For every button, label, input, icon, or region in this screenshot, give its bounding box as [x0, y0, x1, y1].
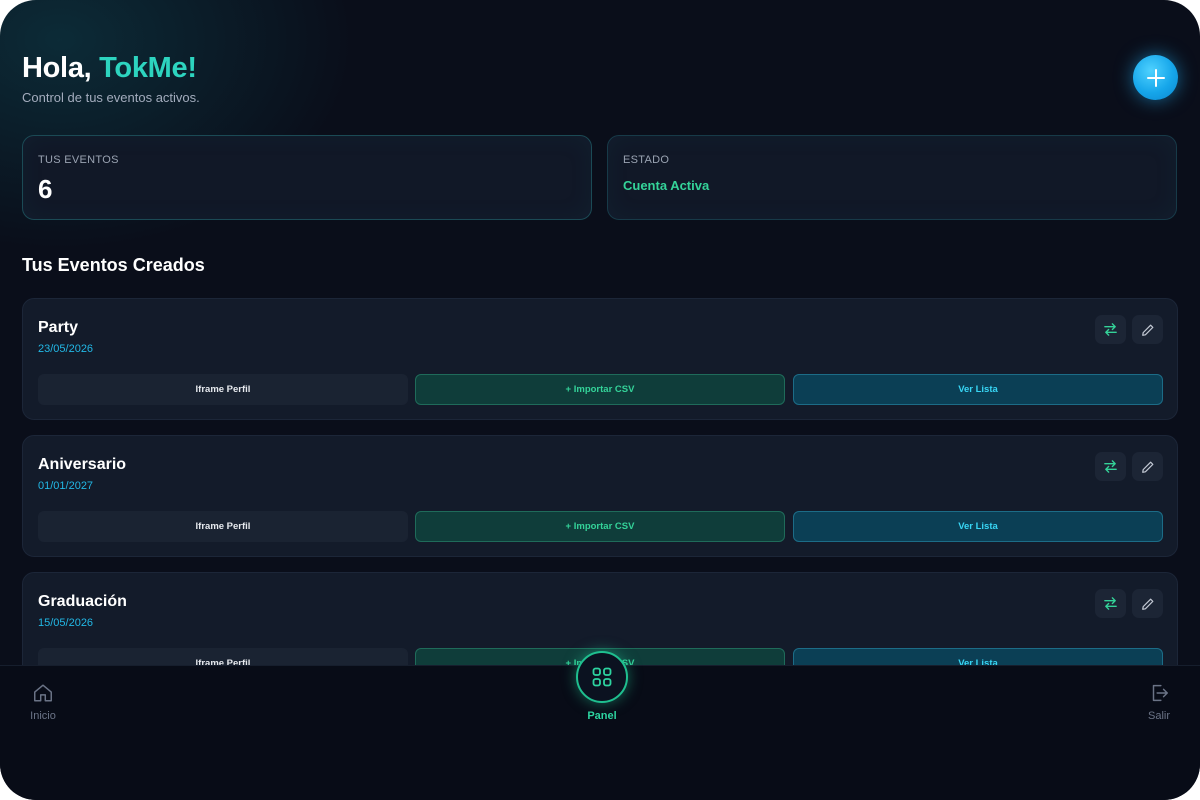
section-title: Tus Eventos Creados — [22, 255, 205, 275]
nav-logout[interactable]: Salir — [1134, 682, 1184, 722]
add-event-button[interactable] — [1133, 55, 1178, 100]
events-count-card: TUS EVENTOS 6 — [22, 135, 592, 220]
pencil-icon — [1141, 324, 1153, 336]
logout-icon — [1152, 684, 1168, 702]
plus-icon — [1146, 68, 1165, 87]
view-list-button[interactable]: Ver Lista — [793, 374, 1163, 405]
event-name: Party — [38, 319, 79, 336]
nav-panel-button[interactable] — [576, 651, 628, 703]
bottom-nav: Inicio Panel Salir — [0, 651, 1200, 800]
swap-arrows-icon — [1104, 597, 1117, 610]
swap-arrows-icon — [1104, 460, 1117, 473]
home-icon — [34, 684, 52, 702]
view-list-button[interactable]: Ver Lista — [793, 511, 1163, 542]
nav-logout-label: Salir — [1147, 710, 1170, 722]
import-csv-button[interactable]: + Importar CSV — [415, 511, 785, 542]
event-date: 15/05/2026 — [38, 617, 94, 629]
import-csv-button[interactable]: + Importar CSV — [415, 374, 785, 405]
event-card: Aniversario 01/01/2027 Iframe Perfil + I… — [22, 435, 1178, 557]
view-list-button[interactable]: Ver Lista — [793, 648, 1163, 665]
transfer-button[interactable] — [1095, 452, 1126, 481]
edit-event-button[interactable] — [1132, 452, 1163, 481]
nav-panel-label: Panel — [587, 710, 617, 722]
status-label: ESTADO — [623, 154, 670, 166]
edit-event-button[interactable] — [1132, 315, 1163, 344]
page-subtitle: Control de tus eventos activos. — [22, 90, 200, 105]
transfer-button[interactable] — [1095, 589, 1126, 618]
event-card: Party 23/05/2026 Iframe Perfil + Importa… — [22, 298, 1178, 420]
event-date: 01/01/2027 — [38, 480, 94, 492]
events-count-label: TUS EVENTOS — [38, 154, 119, 166]
page-title: Hola, TokMe! — [22, 52, 197, 85]
swap-arrows-icon — [1104, 323, 1117, 336]
iframe-profile-button[interactable]: Iframe Perfil — [38, 648, 408, 665]
main-content[interactable]: Hola, TokMe! Control de tus eventos acti… — [0, 0, 1200, 665]
edit-event-button[interactable] — [1132, 589, 1163, 618]
app-screen: Hola, TokMe! Control de tus eventos acti… — [0, 0, 1200, 800]
greeting-text: Hola, — [22, 52, 92, 84]
events-count-value: 6 — [38, 174, 53, 204]
event-name: Graduación — [38, 593, 127, 610]
nav-home[interactable]: Inicio — [18, 682, 68, 722]
status-value: Cuenta Activa — [623, 178, 710, 193]
pencil-icon — [1141, 461, 1153, 473]
event-date: 23/05/2026 — [38, 343, 94, 355]
user-name: TokMe! — [99, 52, 197, 84]
account-status-card: ESTADO Cuenta Activa — [607, 135, 1177, 220]
grid-icon — [592, 667, 612, 687]
iframe-profile-button[interactable]: Iframe Perfil — [38, 374, 408, 405]
transfer-button[interactable] — [1095, 315, 1126, 344]
event-name: Aniversario — [38, 456, 127, 473]
iframe-profile-button[interactable]: Iframe Perfil — [38, 511, 408, 542]
pencil-icon — [1141, 598, 1153, 610]
nav-home-label: Inicio — [30, 710, 56, 722]
